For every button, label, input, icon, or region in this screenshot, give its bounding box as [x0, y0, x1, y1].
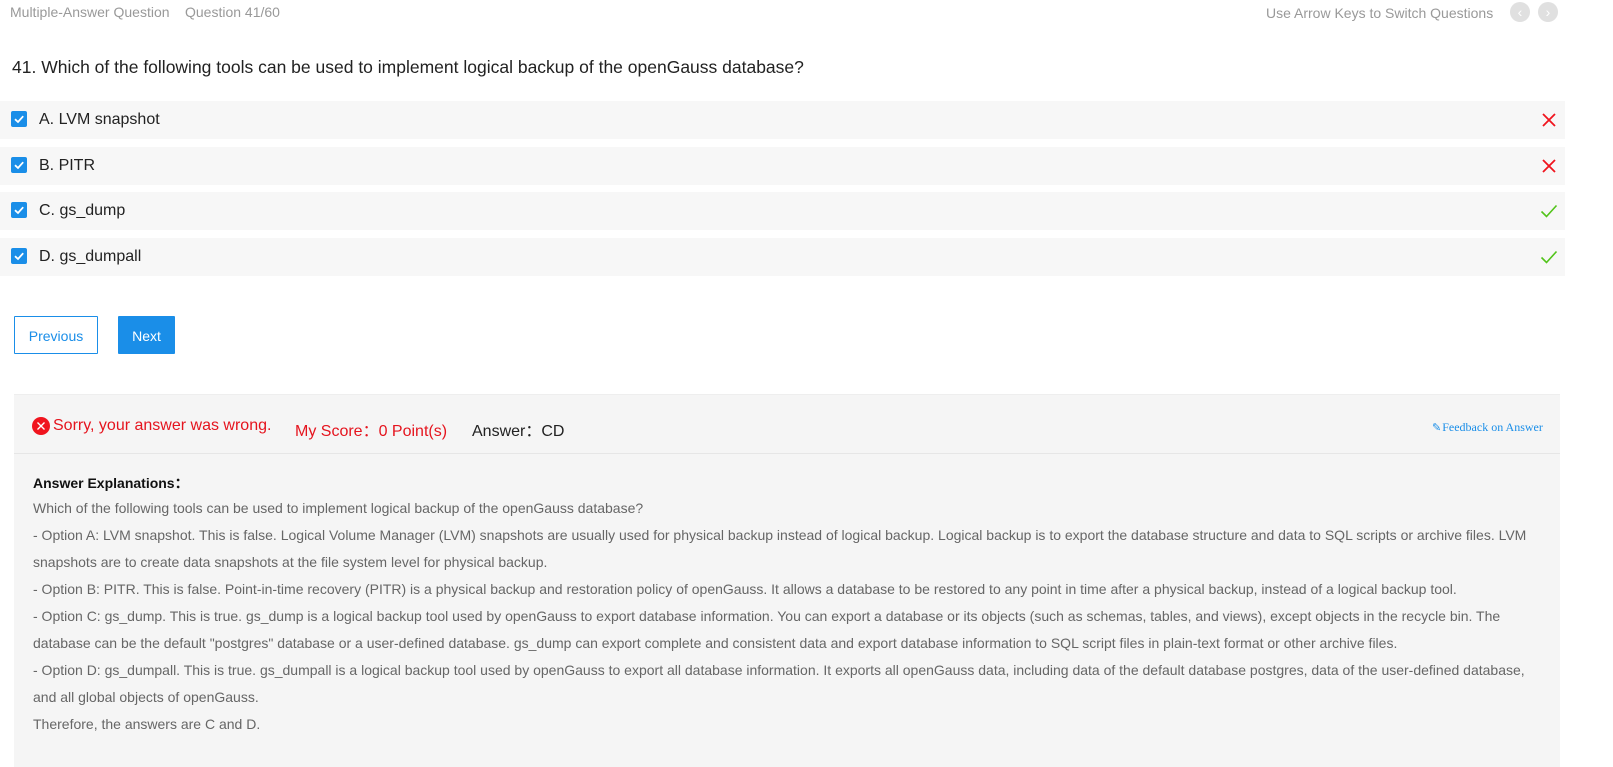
explanation-line: - Option C: gs_dump. This is true. gs_du… — [33, 608, 1501, 651]
edit-icon: ✎ — [1432, 422, 1442, 434]
option-label: A. LVM snapshot — [39, 111, 160, 128]
result-panel: Sorry, your answer was wrong. My Score：0… — [14, 394, 1560, 767]
correct-check-icon — [1540, 202, 1558, 220]
option-a[interactable]: A. LVM snapshot — [0, 101, 1565, 139]
explanation-line: - Option B: PITR. This is false. Point-i… — [33, 581, 1457, 597]
explanation-line: Which of the following tools can be used… — [33, 500, 644, 516]
option-label: D. gs_dumpall — [39, 248, 142, 265]
next-button[interactable]: Next — [118, 316, 175, 354]
option-label: B. PITR — [39, 157, 96, 174]
wrong-cross-icon — [1540, 157, 1558, 175]
checkbox-checked-icon[interactable] — [11, 248, 27, 264]
feedback-link[interactable]: ✎Feedback on Answer — [1432, 420, 1543, 435]
checkbox-checked-icon[interactable] — [11, 202, 27, 218]
my-score: My Score：0 Point(s) — [295, 423, 448, 440]
question-text: 41. Which of the following tools can be … — [12, 57, 804, 77]
explanation-title: Answer Explanations： — [33, 475, 189, 491]
option-c[interactable]: C. gs_dump — [0, 192, 1565, 230]
explanation-body: Which of the following tools can be used… — [33, 495, 1538, 738]
correct-answer: Answer：CD — [472, 423, 565, 440]
question-type-label: Multiple-Answer Question — [10, 4, 170, 20]
explanation-line: - Option D: gs_dumpall. This is true. gs… — [33, 662, 1525, 705]
option-b[interactable]: B. PITR — [0, 147, 1565, 185]
previous-button[interactable]: Previous — [14, 316, 98, 354]
feedback-label: Feedback on Answer — [1442, 420, 1543, 434]
arrow-keys-hint: Use Arrow Keys to Switch Questions — [1266, 5, 1494, 21]
checkbox-checked-icon[interactable] — [11, 157, 27, 173]
checkbox-checked-icon[interactable] — [11, 111, 27, 127]
chevron-left-icon[interactable]: ‹ — [1510, 2, 1530, 22]
explanation-line: - Option A: LVM snapshot. This is false.… — [33, 527, 1527, 570]
top-bar: Multiple-Answer Question Question 41/60 … — [0, 0, 1613, 26]
wrong-circle-icon — [32, 417, 50, 435]
explanation-line: Therefore, the answers are C and D. — [33, 716, 261, 732]
option-label: C. gs_dump — [39, 202, 126, 219]
wrong-cross-icon — [1540, 111, 1558, 129]
question-counter: Question 41/60 — [185, 4, 280, 20]
result-status: Sorry, your answer was wrong. — [53, 417, 272, 434]
correct-check-icon — [1540, 248, 1558, 266]
result-header: Sorry, your answer was wrong. My Score：0… — [14, 395, 1560, 454]
chevron-right-icon[interactable]: › — [1538, 2, 1558, 22]
option-d[interactable]: D. gs_dumpall — [0, 238, 1565, 276]
